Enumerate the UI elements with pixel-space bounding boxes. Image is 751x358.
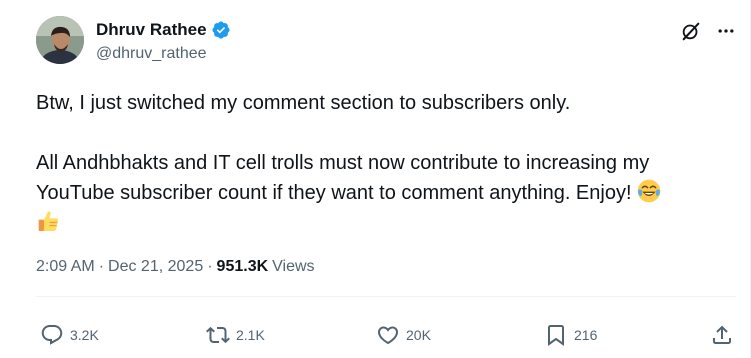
tweet-header: Dhruv Rathee @dhruv_rathee — [36, 16, 736, 72]
name-row: Dhruv Rathee — [96, 20, 231, 40]
bookmark-button[interactable]: 216 — [544, 318, 597, 352]
views-label: Views — [272, 258, 315, 275]
tweet-paragraph-2: All Andhbhakts and IT cell trolls must n… — [36, 148, 726, 238]
reply-icon — [41, 325, 63, 345]
display-name[interactable]: Dhruv Rathee — [96, 20, 207, 40]
bookmark-count: 216 — [574, 327, 598, 343]
tweet-meta: 2:09 AM · Dec 21, 2025 · 951.3K Views — [36, 258, 315, 276]
tweet-date[interactable]: Dec 21, 2025 — [108, 258, 203, 276]
tweet-text: Btw, I just switched my comment section … — [36, 88, 726, 238]
avatar[interactable] — [36, 16, 84, 64]
verified-badge-icon — [211, 21, 230, 39]
engagement-bar: 3.2K 2.1K 20K 216 — [36, 318, 741, 352]
reply-count: 3.2K — [70, 327, 99, 343]
thumbs-up-icon — [38, 211, 59, 231]
bookmark-icon — [548, 325, 564, 346]
meta-separator: · — [98, 258, 105, 275]
like-count: 20K — [406, 327, 431, 343]
tweet-paragraph-1: Btw, I just switched my comment section … — [36, 92, 571, 114]
like-button[interactable]: 20K — [376, 318, 431, 352]
views-count[interactable]: 951.3K — [217, 258, 269, 276]
top-actions — [680, 20, 736, 42]
share-button[interactable] — [710, 318, 734, 352]
repost-button[interactable]: 2.1K — [206, 318, 265, 352]
grok-icon[interactable] — [680, 20, 702, 42]
handle[interactable]: @dhruv_rathee — [96, 45, 207, 63]
repost-icon — [206, 326, 230, 344]
repost-count: 2.1K — [236, 327, 265, 343]
share-icon — [713, 325, 731, 344]
tweet-time[interactable]: 2:09 AM — [36, 258, 95, 276]
divider — [36, 296, 736, 297]
avatar-image — [36, 16, 84, 64]
reply-button[interactable]: 3.2K — [40, 318, 99, 352]
more-icon[interactable] — [716, 21, 736, 41]
meta-separator-2: · — [207, 258, 213, 275]
heart-icon — [377, 326, 399, 345]
tweet-paragraph-2-text: All Andhbhakts and IT cell trolls must n… — [36, 152, 650, 204]
face-with-tears-of-joy-icon — [637, 179, 661, 203]
